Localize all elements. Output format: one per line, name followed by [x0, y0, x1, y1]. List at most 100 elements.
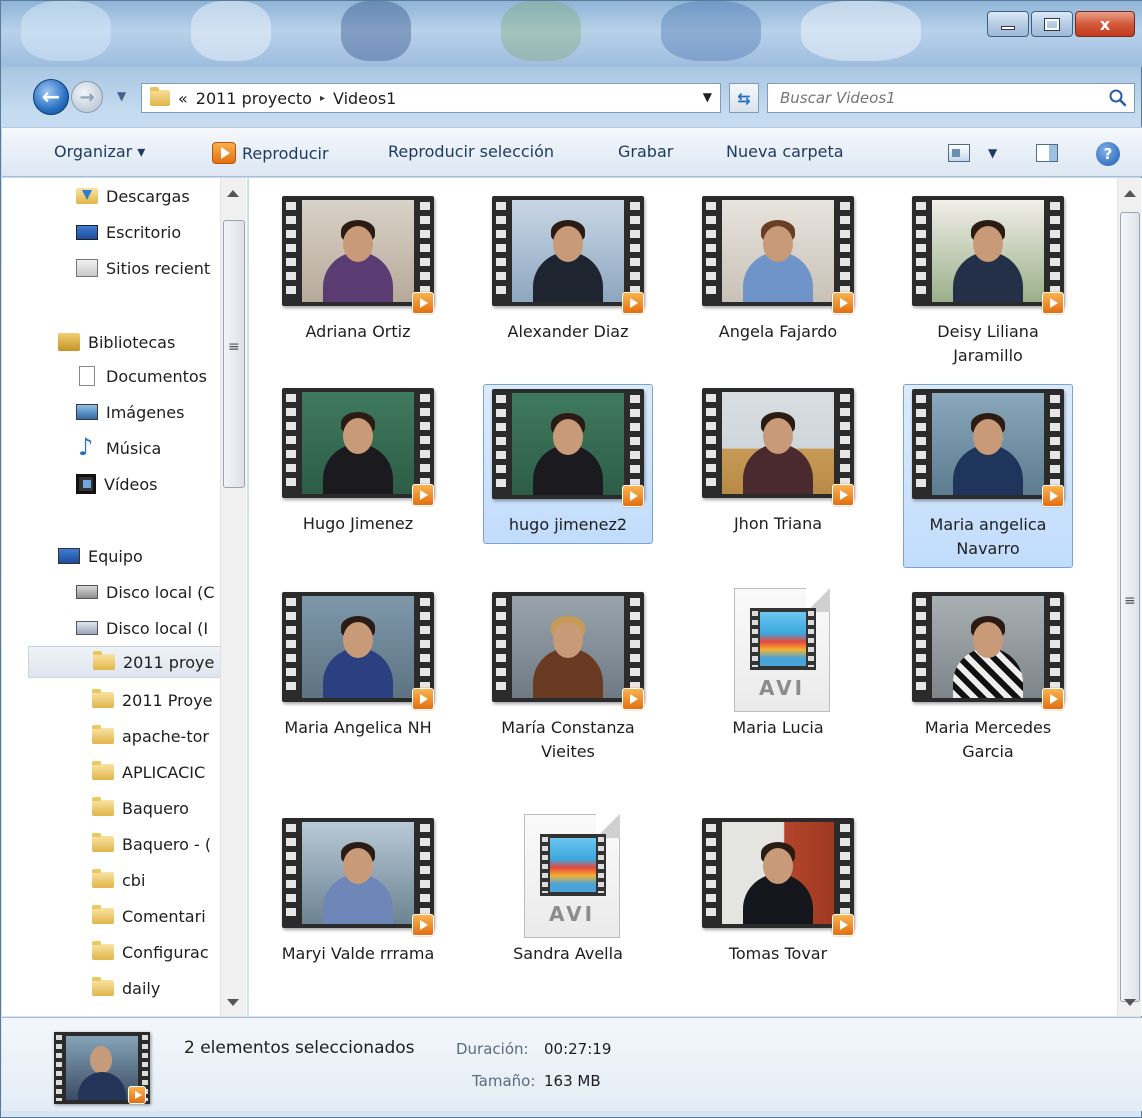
organize-button[interactable]: Organizar ▾: [54, 142, 145, 161]
close-icon: x: [1099, 14, 1111, 34]
file-item[interactable]: Jhon Triana: [693, 384, 863, 542]
nav-item-folder[interactable]: Configurac: [92, 936, 209, 968]
local-disk-icon: [76, 585, 98, 599]
search-box[interactable]: [767, 83, 1135, 113]
file-name: Sandra Avella: [513, 944, 623, 963]
file-list-scrollbar[interactable]: [1117, 178, 1141, 1016]
file-item[interactable]: AVI Maria Lucia: [693, 588, 863, 746]
nav-item-folder[interactable]: Comentari: [92, 900, 206, 932]
nav-item-label: apache-tor: [122, 726, 209, 746]
nav-item-folder[interactable]: APLICACIC: [92, 756, 205, 788]
address-row: ← → ▼ « 2011 proyecto ▸ Videos1 ▼ ⇆: [23, 75, 1135, 119]
nav-item-folder[interactable]: Baquero: [92, 792, 189, 824]
file-item-selected[interactable]: hugo jimenez2: [483, 384, 653, 544]
file-name: Angela Fajardo: [718, 322, 838, 341]
avi-label: AVI: [548, 902, 596, 926]
breadcrumb-2011-proyecto[interactable]: 2011 proyecto: [196, 89, 312, 108]
address-bar[interactable]: « 2011 proyecto ▸ Videos1 ▼: [141, 83, 721, 113]
video-thumbnail: [912, 588, 1064, 710]
new-folder-button[interactable]: Nueva carpeta: [726, 142, 844, 161]
title-blur: [801, 1, 921, 61]
title-blur: [21, 1, 111, 61]
video-thumbnail: [912, 385, 1064, 507]
file-name: Maria Angelica NH: [284, 718, 432, 737]
file-item[interactable]: Hugo Jimenez: [273, 384, 443, 542]
nav-item-escritorio[interactable]: Escritorio: [76, 216, 181, 248]
computer-icon: [58, 548, 80, 564]
play-button[interactable]: Reproducir: [212, 142, 329, 164]
file-item-selected[interactable]: Maria angelica Navarro: [903, 384, 1073, 568]
video-thumbnail: [282, 192, 434, 314]
scroll-down-icon[interactable]: [227, 999, 239, 1006]
breadcrumb-separator-icon[interactable]: ▸: [320, 93, 325, 104]
nav-item-disco-local-d[interactable]: Disco local (I: [76, 612, 208, 644]
nav-item-equipo[interactable]: Equipo: [58, 540, 143, 572]
folder-icon: [92, 797, 114, 816]
desktop-icon: [76, 224, 98, 240]
file-item[interactable]: Maria Mercedes Garcia: [903, 588, 1073, 770]
video-thumbnail: [282, 814, 434, 936]
nav-item-sitios-recientes[interactable]: Sitios recient: [76, 252, 210, 284]
scroll-up-icon[interactable]: [1124, 190, 1136, 197]
nav-item-disco-local-c[interactable]: Disco local (C: [76, 576, 215, 608]
nav-item-folder[interactable]: cbi: [92, 864, 145, 896]
refresh-button[interactable]: ⇆: [729, 83, 759, 113]
play-selection-button[interactable]: Reproducir selección: [388, 142, 554, 161]
nav-item-label: Vídeos: [104, 474, 158, 494]
nav-item-label: daily: [122, 978, 161, 998]
file-item[interactable]: Adriana Ortiz: [273, 192, 443, 350]
file-name: Alexander Diaz: [507, 322, 629, 341]
search-icon[interactable]: [1108, 88, 1128, 108]
play-badge-icon: [412, 292, 434, 314]
maximize-button[interactable]: [1031, 11, 1073, 37]
nav-item-documentos[interactable]: Documentos: [76, 360, 207, 392]
view-options-chevron-icon[interactable]: ▼: [988, 146, 997, 160]
nav-item-label: Disco local (I: [106, 618, 209, 638]
file-item[interactable]: Angela Fajardo: [693, 192, 863, 350]
nav-item-folder[interactable]: apache-tor: [92, 720, 209, 752]
nav-item-videos[interactable]: Vídeos: [76, 468, 158, 500]
file-item[interactable]: AVI Sandra Avella: [483, 814, 653, 972]
scroll-thumb[interactable]: [1120, 212, 1140, 1002]
address-dropdown-icon[interactable]: ▼: [703, 90, 712, 104]
breadcrumb-videos1[interactable]: Videos1: [333, 89, 396, 108]
scroll-thumb[interactable]: [223, 220, 245, 488]
file-item[interactable]: Maryi Valde rrrama: [273, 814, 443, 972]
nav-item-label: Documentos: [106, 366, 208, 386]
nav-item-folder[interactable]: daily: [92, 972, 160, 1004]
nav-item-2011-proyecto[interactable]: 2011 proye: [28, 646, 222, 678]
file-item[interactable]: Maria Angelica NH: [273, 588, 443, 746]
scroll-down-icon[interactable]: [1124, 999, 1136, 1006]
breadcrumb-overflow[interactable]: «: [178, 89, 188, 108]
nav-item-label: Música: [106, 438, 162, 458]
burn-button[interactable]: Grabar: [618, 142, 673, 161]
nav-item-label: Equipo: [88, 546, 143, 566]
minimize-button[interactable]: [987, 11, 1029, 37]
scroll-up-icon[interactable]: [227, 190, 239, 197]
play-badge-icon: [1042, 688, 1064, 710]
nav-item-folder[interactable]: Baquero - (: [92, 828, 211, 860]
nav-item-bibliotecas[interactable]: Bibliotecas: [58, 326, 175, 358]
nav-item-descargas[interactable]: Descargas: [76, 180, 190, 212]
file-item[interactable]: Tomas Tovar: [693, 814, 863, 972]
recent-pages-dropdown[interactable]: ▼: [117, 89, 126, 103]
nav-item-folder[interactable]: 2011 Proye: [92, 684, 213, 716]
play-icon: [212, 142, 236, 164]
file-item[interactable]: Alexander Diaz: [483, 192, 653, 350]
nav-item-imagenes[interactable]: Imágenes: [76, 396, 184, 428]
title-blur: [501, 1, 581, 61]
change-view-icon[interactable]: [948, 144, 970, 162]
back-button[interactable]: ←: [33, 79, 69, 115]
preview-pane-icon[interactable]: [1036, 144, 1058, 162]
file-item[interactable]: María Constanza Vieites: [483, 588, 653, 770]
play-label: Reproducir: [242, 143, 329, 163]
forward-button[interactable]: →: [71, 81, 103, 113]
nav-scrollbar[interactable]: [220, 178, 246, 1016]
search-input[interactable]: [780, 89, 1080, 107]
folder-icon: [150, 87, 170, 106]
close-button[interactable]: x: [1075, 11, 1135, 37]
nav-item-musica[interactable]: Música: [76, 432, 161, 464]
help-icon[interactable]: ?: [1096, 142, 1120, 166]
file-item[interactable]: Deisy Liliana Jaramillo: [903, 192, 1073, 374]
folder-icon: [92, 725, 114, 744]
